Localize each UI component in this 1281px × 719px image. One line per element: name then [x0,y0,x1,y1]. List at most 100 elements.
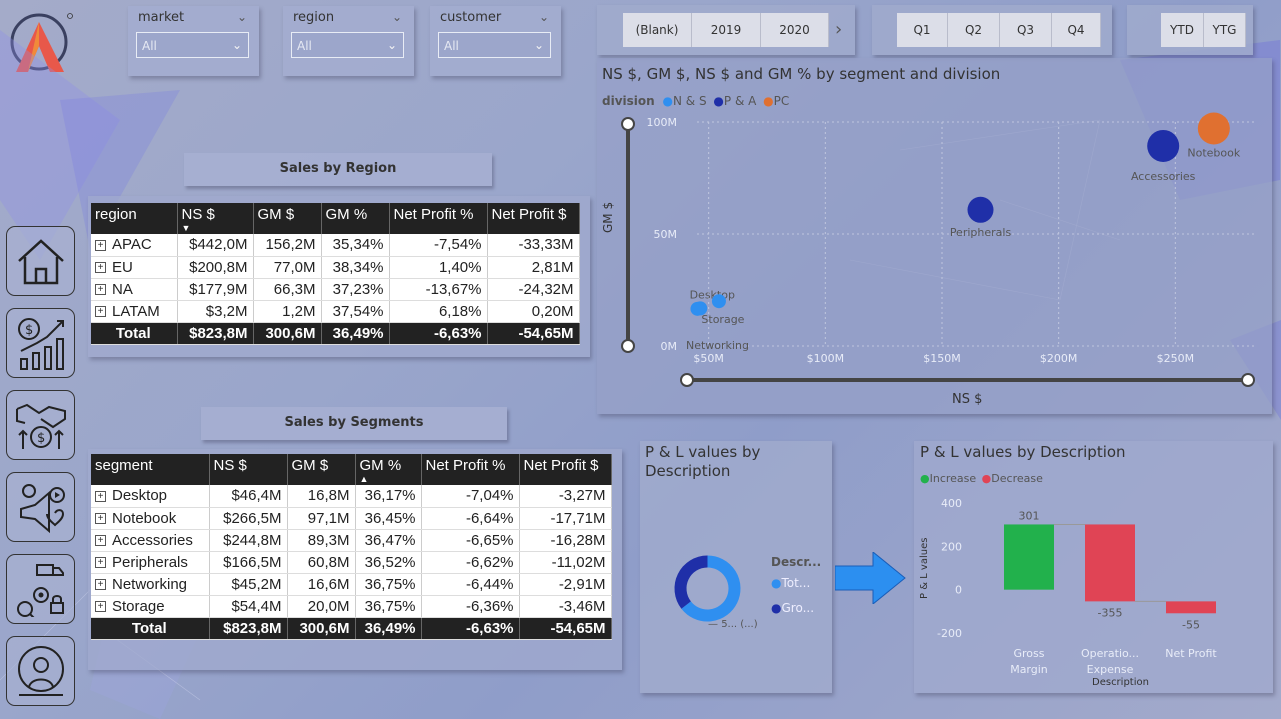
donut-chart-title: P & L values by Description [645,443,761,480]
nav-marketing-button[interactable] [6,472,75,542]
chevron-down-icon[interactable]: ⌄ [392,10,402,24]
scatter-point[interactable] [1147,129,1180,162]
table-cell: 60,8M [287,551,356,574]
sort-ascending-icon[interactable]: ▲ [360,474,369,484]
scatter-point[interactable] [967,196,994,223]
column-header[interactable]: Net Profit $ [487,203,580,234]
scatter-point[interactable] [711,294,726,309]
donut-legend-item[interactable]: ●Tot... [771,576,810,590]
scatter-point[interactable] [690,301,705,316]
scatter-point[interactable] [1197,112,1230,145]
column-header[interactable]: Net Profit $ [519,454,612,485]
column-header[interactable]: region [91,203,178,234]
nav-finance-button[interactable]: $ [6,308,75,378]
table-cell: + Accessories [91,529,210,552]
column-header[interactable]: segment [91,454,210,485]
column-header[interactable]: GM $ [253,203,322,234]
donut-legend-item[interactable]: ●Gro... [771,601,814,615]
expand-icon[interactable]: + [95,490,106,502]
table-row[interactable]: + Accessories $244,8M 89,3M 36,47% -6,65% -16,… [91,529,612,552]
sort-descending-icon[interactable]: ▼ [182,223,191,233]
quarter-button-q2[interactable]: Q2 [948,13,1000,47]
year-button-2019[interactable]: 2019 [692,13,761,47]
column-header[interactable]: NS $ [209,454,288,485]
quarter-button-q3[interactable]: Q3 [1000,13,1052,47]
market-slicer[interactable]: market ⌄ All ⌄ [128,6,259,76]
region-dropdown[interactable]: All ⌄ [291,32,404,58]
quarter-button-q4[interactable]: Q4 [1052,13,1101,47]
period-button-ytd[interactable]: YTD [1161,13,1204,47]
y-tick-label: 100M [647,116,678,129]
expand-icon[interactable]: + [95,557,106,569]
expand-icon[interactable]: + [95,239,106,251]
table-row[interactable]: + Notebook $266,5M 97,1M 36,45% -6,64% -17,71M [91,507,612,530]
expand-icon[interactable]: + [95,284,106,296]
sales-by-segments-card: segment NS $ GM $ GM % ▲ Net Profit % Net Prof… [88,449,622,670]
table-cell: 2,81M [487,256,580,279]
x-category-label: Margin [1010,663,1048,676]
donut-slice[interactable] [674,555,708,609]
expand-icon[interactable]: + [95,601,106,613]
table-row[interactable]: + APAC $442,0M 156,2M 35,34% -7,54% -33,33M [91,234,580,257]
table-row[interactable]: + EU $200,8M 77,0M 38,34% 1,40% 2,81M [91,256,580,279]
table-row[interactable]: + NA $177,9M 66,3M 37,23% -13,67% -24,32M [91,278,580,301]
column-header-label: GM $ [291,457,329,474]
column-header[interactable]: GM $ [287,454,356,485]
customer-slicer[interactable]: customer ⌄ All ⌄ [430,6,561,76]
chevron-down-icon[interactable]: ⌄ [539,10,549,24]
x-zoom-handle-right[interactable] [1241,373,1255,387]
table-row[interactable]: + Storage $54,4M 20,0M 36,75% -6,36% -3,46M [91,595,612,618]
table-cell-value: $54,4M [231,597,282,615]
column-header[interactable]: GM % ▲ [355,454,422,485]
chevron-down-icon[interactable]: ⌄ [237,10,247,24]
expand-icon[interactable]: + [95,535,106,547]
x-zoom-handle-left[interactable] [680,373,694,387]
expand-icon[interactable]: + [95,579,106,591]
table-cell-value: 77,0M [273,258,316,276]
customer-dropdown[interactable]: All ⌄ [438,32,551,58]
year-button-2020[interactable]: 2020 [761,13,829,47]
waterfall-bar[interactable] [1004,524,1054,590]
table-cell-value: Accessories [112,531,193,549]
table-cell: -17,71M [519,507,612,530]
column-header[interactable]: Net Profit % [389,203,488,234]
column-header[interactable]: NS $ ▼ [177,203,254,234]
y-zoom-handle-bottom[interactable] [621,339,635,353]
total-cell: $823,8M [209,617,288,640]
table-cell: $54,4M [209,595,288,618]
table-cell-value: 16,8M [307,487,350,505]
table-row[interactable]: + Desktop $46,4M 16,8M 36,17% -7,04% -3,27M [91,485,612,508]
table-cell: -33,33M [487,234,580,257]
y-zoom-handle-top[interactable] [621,117,635,131]
expand-icon[interactable]: + [95,513,106,525]
total-cell: -54,65M [487,322,580,345]
table-cell: -11,02M [519,551,612,574]
table-cell: -24,32M [487,278,580,301]
nav-operations-button[interactable] [6,554,75,624]
table-row[interactable]: + Networking $45,2M 16,6M 36,75% -6,44% -2,91M [91,573,612,596]
table-row[interactable]: + Peripherals $166,5M 60,8M 36,52% -6,62% -11,… [91,551,612,574]
table-cell-value: 16,6M [307,575,350,593]
expand-icon[interactable]: + [95,306,106,318]
table-cell-value: 36,45% [364,509,416,527]
nav-deals-button[interactable]: $ [6,390,75,460]
column-header-label: Net Profit $ [491,206,567,223]
column-header[interactable]: Net Profit % [421,454,520,485]
region-slicer[interactable]: region ⌄ All ⌄ [283,6,414,76]
nav-global-button[interactable] [6,636,75,706]
nav-home-button[interactable] [6,226,75,296]
table-cell-value: 0,20M [531,302,574,320]
waterfall-bar[interactable] [1085,524,1135,602]
quarter-button-q1[interactable]: Q1 [897,13,948,47]
chevron-right-icon[interactable]: › [835,19,842,40]
table-row[interactable]: + LATAM $3,2M 1,2M 37,54% 6,18% 0,20M [91,300,580,323]
period-button-ytg[interactable]: YTG [1204,13,1246,47]
market-dropdown[interactable]: All ⌄ [136,32,249,58]
expand-icon[interactable]: + [95,262,106,274]
waterfall-ylabel: P & L values [919,537,930,599]
waterfall-bar[interactable] [1166,601,1216,614]
table-cell-value: 6,18% [438,302,482,320]
column-header[interactable]: GM % [321,203,390,234]
column-header-label: NS $ [213,457,247,474]
year-button-blank[interactable]: (Blank) [623,13,692,47]
